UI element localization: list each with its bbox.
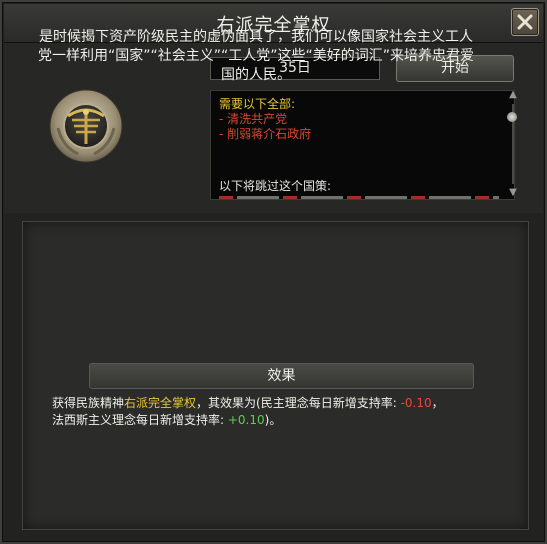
requirement-item: - 清洗共产党 (219, 112, 288, 126)
close-button[interactable] (511, 8, 539, 36)
requirements-text: 需要以下全部: - 清洗共产党 - 削弱蒋介石政府 以下将跳过这个国策: (219, 97, 499, 199)
effects-line-1-suffix: ， (431, 396, 444, 410)
focus-window: 右派完全掌权 35日 开始 需要以下全部: - 清洗共产党 - 削弱蒋介石政府 … (0, 0, 547, 544)
effects-line-1-mid: ，其效果为(民主理念每日新增支持率: (196, 396, 401, 410)
requirements-header: 需要以下全部: (219, 97, 296, 111)
effects-line-2-prefix: 法西斯主义理念每日新增支持率: (52, 413, 228, 427)
bypass-header: 以下将跳过这个国策: (219, 179, 332, 193)
requirement-item: - 削弱蒋介石政府 (219, 127, 312, 141)
effects-text: 获得民族精神右派完全掌权，其效果为(民主理念每日新增支持率: -0.10， 法西… (52, 395, 512, 429)
effects-line-1: 获得民族精神右派完全掌权，其效果为(民主理念每日新增支持率: -0.10， (52, 395, 512, 412)
clipped-text-line (219, 196, 499, 199)
close-x-icon (517, 14, 533, 30)
effects-line-1-prefix: 获得民族精神 (52, 396, 125, 410)
effects-line-2-suffix: )。 (264, 413, 282, 427)
medal-emblem-icon (49, 89, 123, 163)
focus-description: 是时候揭下资产阶级民主的虚伪面具了，我们可以像国家社会主义工人党一样利用“国家”… (37, 29, 475, 83)
scroll-up-arrow-icon[interactable]: ▲ (506, 90, 520, 100)
requirements-scrollbar[interactable]: ▲ ▼ (506, 90, 520, 200)
scroll-down-arrow-icon[interactable]: ▼ (506, 188, 520, 198)
democracy-modifier-value: -0.10 (400, 396, 432, 410)
fascism-modifier-value: +0.10 (227, 413, 265, 427)
effects-line-2: 法西斯主义理念每日新增支持率: +0.10)。 (52, 412, 512, 429)
national-spirit-name[interactable]: 右派完全掌权 (124, 396, 196, 410)
requirements-panel: 需要以下全部: - 清洗共产党 - 削弱蒋介石政府 以下将跳过这个国策: (210, 90, 515, 200)
effects-header: 效果 (89, 363, 474, 389)
scroll-thumb[interactable] (507, 112, 517, 122)
